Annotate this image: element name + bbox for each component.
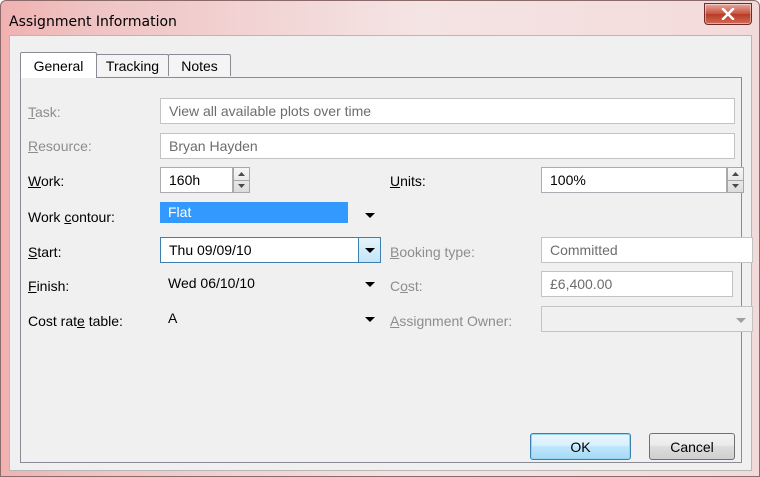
chevron-down-icon[interactable] [365, 282, 375, 287]
title-bar[interactable]: Assignment Information [1, 1, 759, 35]
booking-type-field: Committed [541, 237, 753, 263]
tab-notes[interactable]: Notes [168, 54, 231, 76]
tab-tracking-label: Tracking [105, 57, 160, 74]
chevron-down-icon [365, 248, 375, 253]
chevron-down-icon [736, 318, 746, 323]
booking-type-label: Booking type: [390, 244, 475, 260]
work-spinner[interactable] [233, 167, 250, 193]
assignment-information-dialog: Assignment Information General Tracking … [0, 0, 760, 477]
finish-value: Wed 06/10/10 [168, 275, 255, 291]
close-icon [721, 8, 735, 20]
tab-general[interactable]: General [20, 52, 97, 78]
tab-general-label: General [33, 57, 84, 74]
general-tab-page: Task: View all available plots over time… [20, 77, 753, 463]
units-spinner[interactable] [727, 167, 744, 193]
spin-down-icon[interactable] [234, 180, 249, 192]
cancel-button[interactable]: Cancel [649, 433, 735, 460]
resource-field: Bryan Hayden [160, 133, 735, 159]
tab-tracking[interactable]: Tracking [96, 54, 169, 76]
tab-notes-label: Notes [181, 57, 218, 74]
start-value: Thu 09/09/10 [169, 242, 252, 258]
assignment-owner-value [542, 307, 550, 331]
chevron-down-icon[interactable] [365, 213, 375, 218]
finish-label: Finish: [28, 278, 70, 294]
window-title: Assignment Information [9, 14, 177, 30]
task-label: Task: [28, 104, 61, 120]
units-input[interactable]: 100% [541, 167, 727, 193]
task-field: View all available plots over time [160, 98, 735, 124]
work-label: Work: [28, 173, 65, 189]
chevron-down-icon[interactable] [365, 317, 375, 322]
spin-down-icon[interactable] [728, 180, 743, 192]
ok-button[interactable]: OK [530, 433, 631, 460]
finish-dropdown[interactable]: Wed 06/10/10 [160, 271, 381, 297]
cost-rate-table-label: Cost rate table: [28, 313, 123, 329]
assignment-owner-label: Assignment Owner: [390, 313, 513, 329]
work-contour-value: Flat [160, 202, 348, 223]
work-contour-dropdown[interactable]: Flat [160, 202, 381, 228]
cost-rate-table-value: A [168, 310, 178, 326]
dialog-client-area: General Tracking Notes Task: View all av… [9, 35, 753, 471]
units-label: Units: [390, 173, 426, 189]
start-dropdown[interactable]: Thu 09/09/10 [160, 237, 381, 263]
ok-button-label: OK [570, 438, 591, 455]
work-input[interactable]: 160h [160, 167, 233, 193]
work-contour-label: Work contour: [28, 209, 115, 225]
close-button[interactable] [704, 3, 752, 25]
cost-rate-table-dropdown[interactable]: A [160, 306, 381, 332]
assignment-owner-dropdown [541, 306, 753, 332]
start-dropdown-button[interactable] [358, 238, 380, 262]
cancel-button-label: Cancel [670, 438, 714, 455]
cost-field: £6,400.00 [541, 271, 733, 297]
resource-label: Resource: [28, 138, 92, 154]
start-label: Start: [28, 244, 62, 260]
cost-label: Cost: [390, 278, 423, 294]
